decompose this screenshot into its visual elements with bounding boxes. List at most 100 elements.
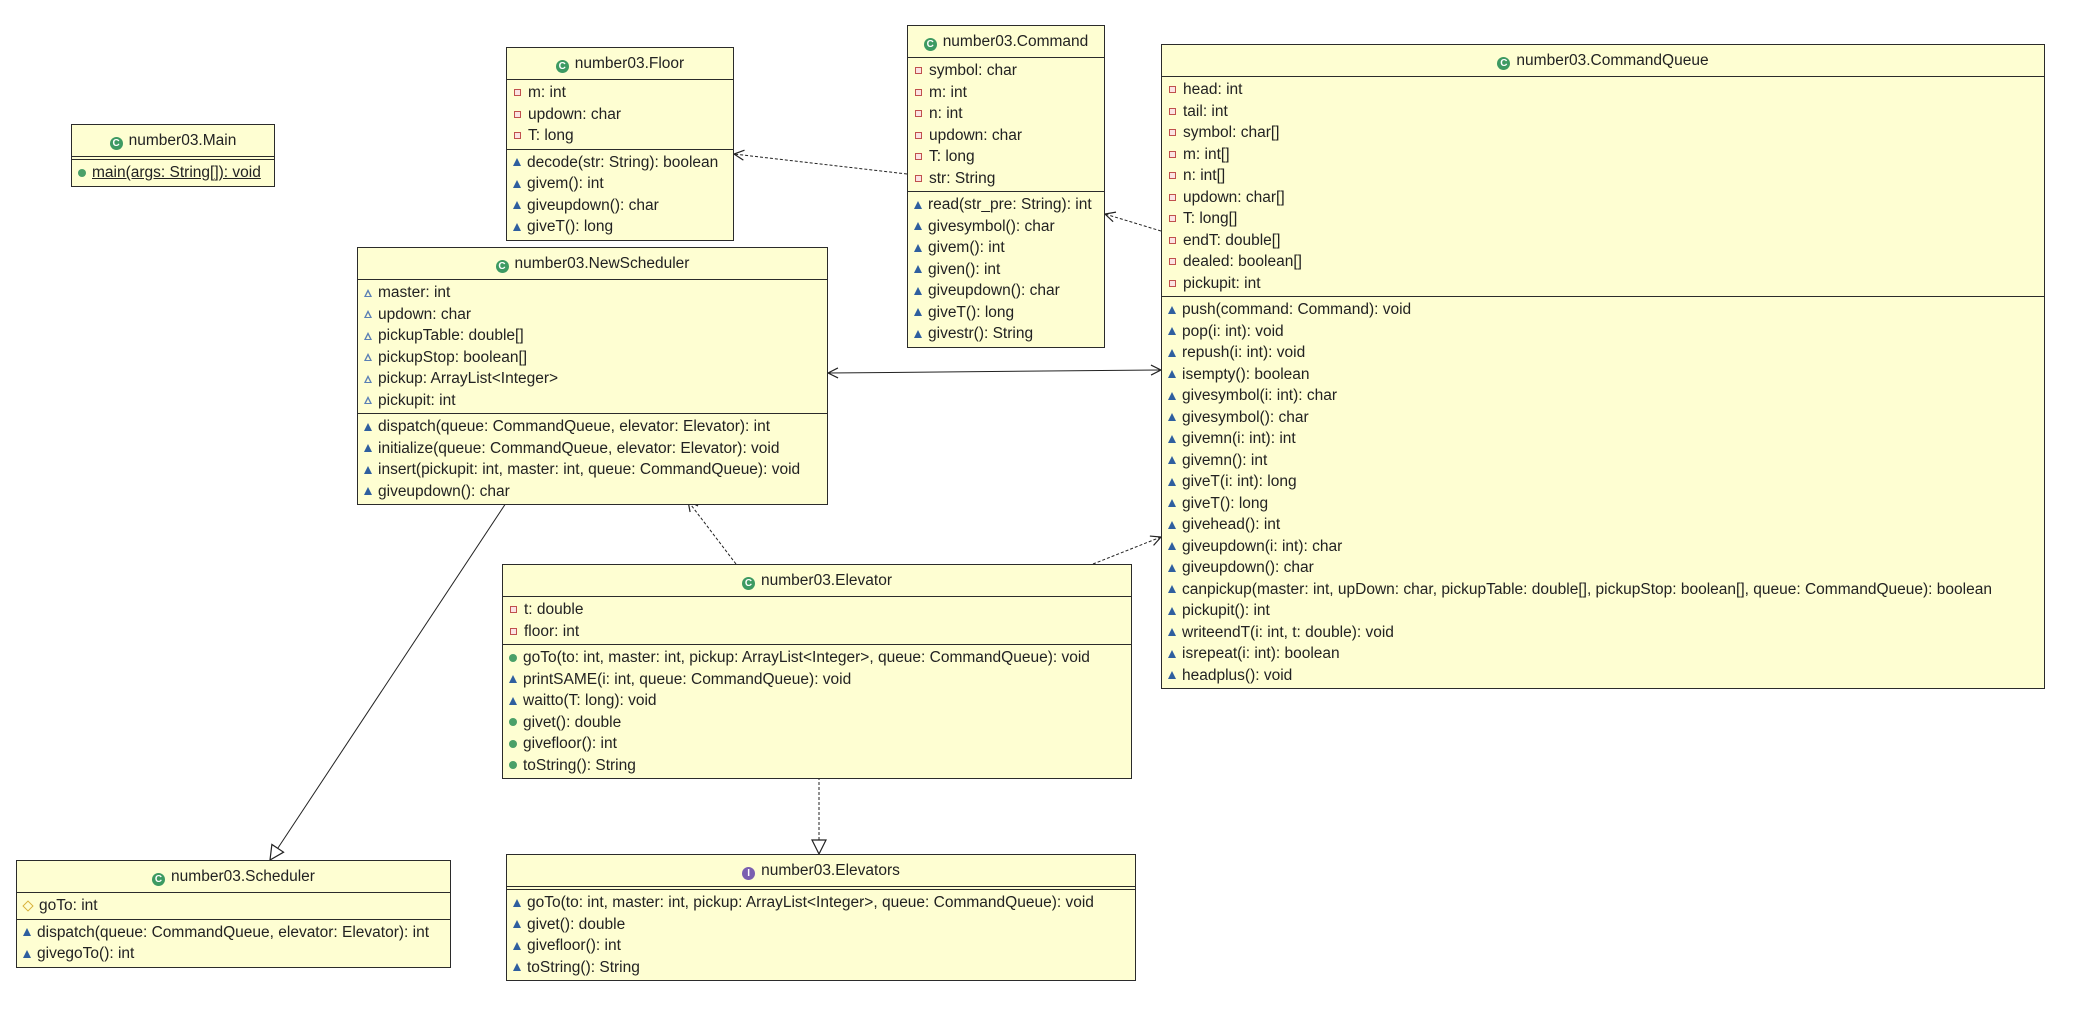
attribute-row[interactable]: m: int <box>908 82 1104 104</box>
method-signature: dispatch(queue: CommandQueue, elevator: … <box>37 923 430 941</box>
attribute-row[interactable]: T: long <box>507 125 733 147</box>
attribute-row[interactable]: endT: double[] <box>1162 230 2044 252</box>
attribute-row[interactable]: m: int <box>507 82 733 104</box>
class-name: number03.Elevator <box>761 572 892 589</box>
method-section: push(command: Command): void pop(i: int):… <box>1162 296 2044 688</box>
method-row[interactable]: read(str_pre: String): int <box>908 194 1104 216</box>
private-visibility-icon <box>915 110 922 118</box>
method-row[interactable]: goTo(to: int, master: int, pickup: Array… <box>507 892 1135 914</box>
attribute-row[interactable]: dealed: boolean[] <box>1162 251 2044 273</box>
attribute-row[interactable]: n: int <box>908 103 1104 125</box>
class-scheduler[interactable]: Cnumber03.Scheduler goTo: int dispatch(que… <box>16 860 451 968</box>
method-row[interactable]: dispatch(queue: CommandQueue, elevator: … <box>17 922 450 944</box>
method-row[interactable]: main(args: String[]): void <box>72 162 274 184</box>
attribute-row[interactable]: goTo: int <box>17 895 450 917</box>
method-row[interactable]: givefloor(): int <box>507 935 1135 957</box>
method-row[interactable]: isrepeat(i: int): boolean <box>1162 643 2044 665</box>
method-row[interactable]: givemn(): int <box>1162 450 2044 472</box>
method-row[interactable]: toString(): String <box>507 957 1135 979</box>
method-row[interactable]: giveT(): long <box>507 216 733 238</box>
attribute-row[interactable]: symbol: char <box>908 60 1104 82</box>
class-command-queue[interactable]: Cnumber03.CommandQueue head: int tail: int… <box>1161 44 2045 689</box>
method-row[interactable]: givesymbol(i: int): char <box>1162 385 2044 407</box>
class-elevator[interactable]: Cnumber03.Elevator t: double floor: int goT… <box>502 564 1132 779</box>
attribute-row[interactable]: floor: int <box>503 621 1131 643</box>
private-visibility-icon <box>915 131 922 139</box>
method-signature: canpickup(master: int, upDown: char, pic… <box>1182 580 1992 598</box>
method-row[interactable]: givestr(): String <box>908 323 1104 345</box>
attribute-row[interactable]: symbol: char[] <box>1162 122 2044 144</box>
class-elevators[interactable]: Inumber03.Elevators goTo(to: int, master:… <box>506 854 1136 981</box>
package-visibility-icon <box>1168 477 1176 486</box>
method-row[interactable]: givem(): int <box>908 237 1104 259</box>
method-row[interactable]: canpickup(master: int, upDown: char, pic… <box>1162 579 2044 601</box>
attribute-row[interactable]: pickupit: int <box>1162 273 2044 295</box>
method-row[interactable]: givesymbol(): char <box>908 216 1104 238</box>
attribute-signature: pickupTable: double[] <box>378 327 524 344</box>
attribute-row[interactable]: master: int <box>358 282 827 304</box>
package-visibility-icon <box>513 920 521 929</box>
method-row[interactable]: waitto(T: long): void <box>503 690 1131 712</box>
method-row[interactable]: insert(pickupit: int, master: int, queue… <box>358 459 827 481</box>
method-row[interactable]: giveupdown(): char <box>1162 557 2044 579</box>
class-name: number03.Main <box>128 132 237 149</box>
method-row[interactable]: isempty(): boolean <box>1162 364 2044 386</box>
attribute-row[interactable]: updown: char <box>507 104 733 126</box>
class-new-scheduler[interactable]: Cnumber03.NewScheduler master: int updown:… <box>357 247 828 505</box>
class-name: number03.CommandQueue <box>1516 52 1709 69</box>
method-row[interactable]: push(command: Command): void <box>1162 299 2044 321</box>
method-row[interactable]: giveT(): long <box>908 302 1104 324</box>
method-row[interactable]: giveupdown(): char <box>908 280 1104 302</box>
attribute-row[interactable]: updown: char[] <box>1162 187 2044 209</box>
attribute-row[interactable]: str: String <box>908 168 1104 190</box>
method-row[interactable]: givet(): double <box>507 914 1135 936</box>
method-row[interactable]: repush(i: int): void <box>1162 342 2044 364</box>
method-row[interactable]: writeendT(i: int, t: double): void <box>1162 622 2044 644</box>
method-row[interactable]: giveupdown(): char <box>507 195 733 217</box>
method-row[interactable]: givem(): int <box>507 173 733 195</box>
method-row[interactable]: pop(i: int): void <box>1162 321 2044 343</box>
method-row[interactable]: givefloor(): int <box>503 733 1131 755</box>
method-row[interactable]: decode(str: String): boolean <box>507 152 733 174</box>
attribute-row[interactable]: updown: char <box>908 125 1104 147</box>
method-signature: initialize(queue: CommandQueue, elevator… <box>378 439 780 457</box>
method-row[interactable]: givemn(i: int): int <box>1162 428 2044 450</box>
attribute-row[interactable]: n: int[] <box>1162 165 2044 187</box>
attribute-row[interactable]: m: int[] <box>1162 144 2044 166</box>
package-visibility-icon <box>1168 606 1176 615</box>
method-row[interactable]: toString(): String <box>503 755 1131 777</box>
attribute-row[interactable]: t: double <box>503 599 1131 621</box>
method-row[interactable]: giveupdown(i: int): char <box>1162 536 2044 558</box>
attribute-row[interactable]: pickupTable: double[] <box>358 325 827 347</box>
method-row[interactable]: headplus(): void <box>1162 665 2044 687</box>
class-floor[interactable]: Cnumber03.Floor m: int updown: char T: long… <box>506 47 734 241</box>
attribute-row[interactable]: T: long[] <box>1162 208 2044 230</box>
class-command[interactable]: Cnumber03.Command symbol: char m: int n: in… <box>907 25 1105 348</box>
method-row[interactable]: goTo(to: int, master: int, pickup: Array… <box>503 647 1131 669</box>
attribute-row[interactable]: tail: int <box>1162 101 2044 123</box>
private-visibility-icon <box>1169 236 1176 244</box>
method-row[interactable]: dispatch(queue: CommandQueue, elevator: … <box>358 416 827 438</box>
method-signature: giveT(): long <box>1182 494 1269 512</box>
attribute-row[interactable]: pickup: ArrayList<Integer> <box>358 368 827 390</box>
attribute-row[interactable]: updown: char <box>358 304 827 326</box>
method-signature: givet(): double <box>523 713 622 731</box>
attribute-row[interactable]: T: long <box>908 146 1104 168</box>
method-row[interactable]: printSAME(i: int, queue: CommandQueue): … <box>503 669 1131 691</box>
method-row[interactable]: givet(): double <box>503 712 1131 734</box>
attribute-row[interactable]: head: int <box>1162 79 2044 101</box>
method-row[interactable]: initialize(queue: CommandQueue, elevator… <box>358 438 827 460</box>
method-row[interactable]: giveupdown(): char <box>358 481 827 503</box>
attribute-row[interactable]: pickupit: int <box>358 390 827 412</box>
method-row[interactable]: given(): int <box>908 259 1104 281</box>
method-signature: givet(): double <box>527 915 626 933</box>
attribute-row[interactable]: pickupStop: boolean[] <box>358 347 827 369</box>
method-row[interactable]: givegoTo(): int <box>17 943 450 965</box>
method-row[interactable]: givehead(): int <box>1162 514 2044 536</box>
method-row[interactable]: giveT(): long <box>1162 493 2044 515</box>
method-row[interactable]: givesymbol(): char <box>1162 407 2044 429</box>
method-row[interactable]: pickupit(): int <box>1162 600 2044 622</box>
method-signature: givehead(): int <box>1182 516 1281 533</box>
class-main[interactable]: Cnumber03.Main main(args: String[]): void <box>71 124 275 187</box>
method-row[interactable]: giveT(i: int): long <box>1162 471 2044 493</box>
